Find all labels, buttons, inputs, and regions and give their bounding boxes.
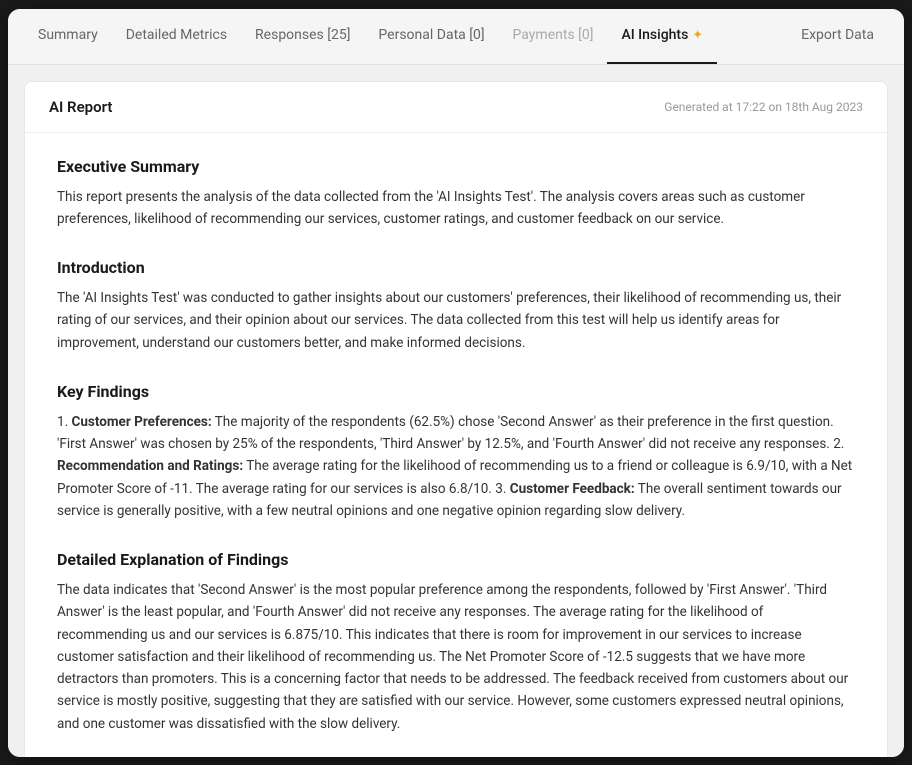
section-heading-introduction: Introduction (57, 258, 855, 277)
star-icon: ✦ (692, 28, 703, 43)
section-detailed-explanation: Detailed Explanation of Findings The dat… (57, 550, 855, 735)
section-introduction: Introduction The 'AI Insights Test' was … (57, 258, 855, 354)
tab-responses[interactable]: Responses [25] (241, 9, 364, 65)
report-body: Executive Summary This report presents t… (25, 133, 887, 757)
report-header: AI Report Generated at 17:22 on 18th Aug… (25, 82, 887, 133)
report-card: AI Report Generated at 17:22 on 18th Aug… (24, 81, 888, 757)
tab-detailed-metrics[interactable]: Detailed Metrics (112, 9, 241, 65)
tab-ai-insights[interactable]: AI Insights ✦ (607, 9, 717, 65)
report-title: AI Report (49, 98, 112, 116)
section-executive-summary: Executive Summary This report presents t… (57, 157, 855, 231)
section-text-introduction: The 'AI Insights Test' was conducted to … (57, 287, 855, 354)
section-key-findings: Key Findings 1. Customer Preferences: Th… (57, 382, 855, 522)
tab-payments[interactable]: Payments [0] (499, 9, 608, 65)
section-heading-key-findings: Key Findings (57, 382, 855, 401)
tab-export-data[interactable]: Export Data (787, 9, 888, 65)
tab-bar: Summary Detailed Metrics Responses [25] … (8, 9, 904, 65)
section-heading-executive-summary: Executive Summary (57, 157, 855, 176)
section-text-detailed-explanation: The data indicates that 'Second Answer' … (57, 579, 855, 735)
section-text-key-findings: 1. Customer Preferences: The majority of… (57, 411, 855, 522)
tab-summary[interactable]: Summary (24, 9, 112, 65)
content-area: AI Report Generated at 17:22 on 18th Aug… (8, 65, 904, 757)
section-heading-detailed-explanation: Detailed Explanation of Findings (57, 550, 855, 569)
app-window: Summary Detailed Metrics Responses [25] … (8, 9, 904, 757)
section-text-executive-summary: This report presents the analysis of the… (57, 186, 855, 231)
report-generated-at: Generated at 17:22 on 18th Aug 2023 (664, 100, 863, 114)
tab-personal-data[interactable]: Personal Data [0] (364, 9, 498, 65)
